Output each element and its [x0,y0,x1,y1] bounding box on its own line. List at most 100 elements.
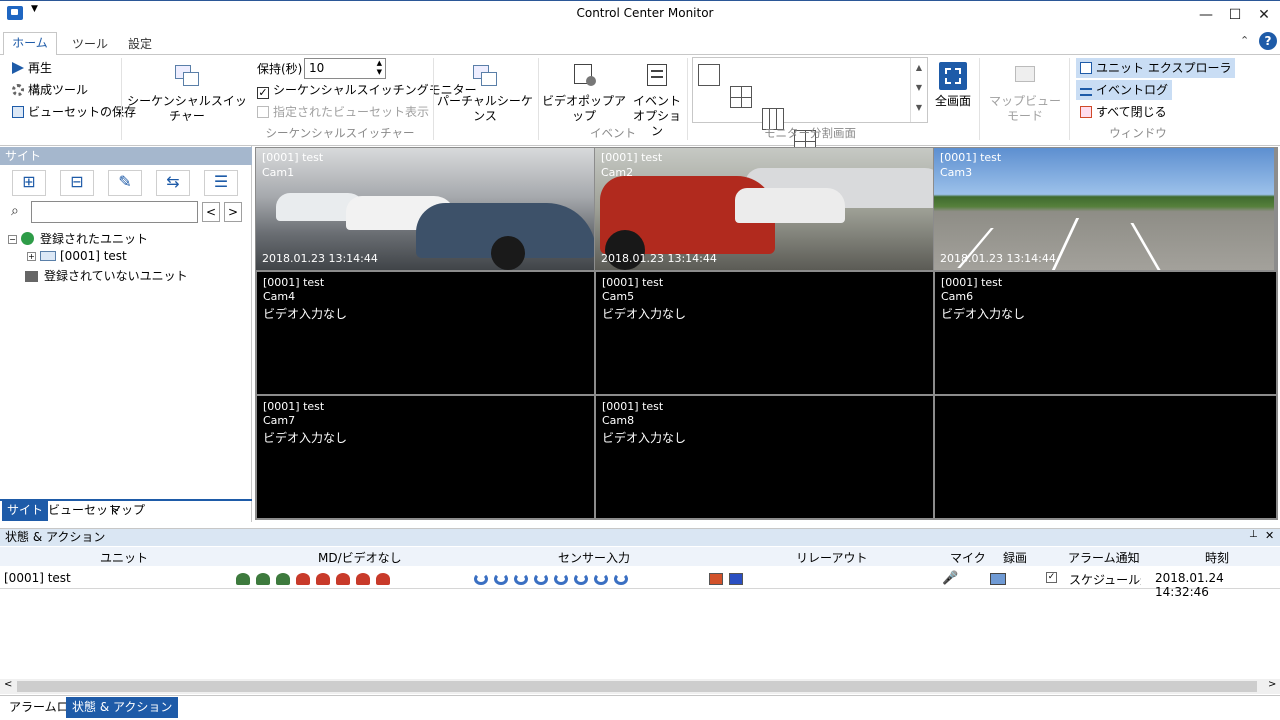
pin-icon[interactable]: ⊥ [1249,529,1258,540]
camera-name-label: Cam6 [941,290,974,303]
sensor-icon[interactable] [594,573,608,585]
close-button[interactable]: ✕ [1249,4,1279,26]
tree-registered[interactable]: − 登録されたユニット [8,230,148,247]
search-prev-button[interactable]: < [202,202,220,222]
close-all-icon [1080,106,1092,118]
stepper-arrows-icon[interactable]: ▲ ▼ [377,59,382,77]
unit-explorer-button[interactable]: ユニット エクスプローラ [1076,58,1236,78]
collapse-ribbon-icon[interactable]: ⌃ [1240,34,1249,47]
tab-map[interactable]: マップ [104,501,150,521]
split-1-icon[interactable] [698,64,720,86]
save-viewset-button[interactable]: ビューセットの保存 [12,102,136,122]
panel-close-icon[interactable]: ✕ [1265,529,1274,542]
camera-cell-3[interactable]: [0001] test Cam3 2018.01.23 13:14:44 [934,148,1274,270]
sensor-icon[interactable] [614,573,628,585]
fullscreen-button[interactable]: 全画面 [932,62,974,109]
minimize-button[interactable]: — [1191,4,1221,26]
camera-cell-7[interactable]: [0001] test Cam7 ビデオ入力なし [257,396,594,518]
camera-unit-label: [0001] test [941,276,1003,289]
video-popup-icon [570,62,598,90]
expand-icon[interactable]: + [27,252,36,261]
close-all-button[interactable]: すべて閉じる [1080,102,1167,122]
no-video-alert-icon[interactable] [316,573,330,585]
no-video-alert-icon[interactable] [296,573,310,585]
tab-home[interactable]: ホーム [3,32,57,55]
no-video-alert-icon[interactable] [376,573,390,585]
partial-sequence-button[interactable]: パーチャルシーケンス [437,62,533,124]
camera-timestamp: 2018.01.23 13:14:44 [262,252,378,265]
gallery-scroll-icon[interactable]: ▲ ▼ ▼ [910,58,927,122]
scroll-left-icon[interactable]: < [4,679,12,690]
status-panel-header: 状態 & アクション [0,529,1280,546]
mic-icon[interactable]: 🎤 [942,571,958,586]
tree-unregistered[interactable]: 登録されていないユニット [25,267,188,284]
alarm-schedule: スケジュール通 [1069,573,1141,587]
relay-off-icon[interactable] [729,573,743,585]
help-icon[interactable]: ? [1259,32,1277,50]
sensor-icon[interactable] [494,573,508,585]
md-ok-icon[interactable] [276,573,290,585]
collapse-icon[interactable]: − [8,235,17,244]
hold-seconds-stepper[interactable]: 10 ▲ ▼ [304,58,386,79]
viewset-disabled-icon [257,106,269,118]
site-panel-header: サイト [0,147,252,165]
camera-name-label: Cam1 [262,166,295,179]
sensor-icon[interactable] [534,573,548,585]
edit-site-icon[interactable]: ✎ [108,170,142,196]
video-popup-button[interactable]: ビデオポップアップ [542,62,626,124]
event-log-button[interactable]: イベントログ [1076,80,1173,100]
partial-sequence-icon [471,62,499,90]
scrollbar-thumb[interactable] [17,681,1257,692]
no-video-label: ビデオ入力なし [941,307,1026,321]
tab-status-action[interactable]: 状態 & アクション [66,697,179,718]
camera-cell-2[interactable]: [0001] test Cam2 2018.01.23 13:14:44 [595,148,933,270]
scroll-right-icon[interactable]: > [1268,679,1276,690]
group-label-window: ウィンドウ [1109,126,1167,140]
sensor-icon[interactable] [514,573,528,585]
no-video-label: ビデオ入力なし [263,307,348,321]
show-viewset-button[interactable]: 指定されたビューセット表示 [257,102,429,122]
refresh-link-icon[interactable]: ⇆ [156,170,190,196]
remove-site-button[interactable]: ⊟ [60,170,94,196]
add-site-button[interactable]: ⊞ [12,170,46,196]
camera-cell-6[interactable]: [0001] test Cam6 ビデオ入力なし [935,272,1276,394]
camera-cell-4[interactable]: [0001] test Cam4 ビデオ入力なし [257,272,594,394]
tab-settings[interactable]: 設定 [118,34,162,54]
sensor-icon[interactable] [554,573,568,585]
event-option-icon [643,62,671,90]
play-button[interactable]: 再生 [12,58,52,78]
sequential-switcher-button[interactable]: シーケンシャルスイッチャー [126,62,248,124]
map-view-mode-button[interactable]: マップビューモード [984,62,1066,124]
alarm-checkbox[interactable]: ✓ [1046,572,1057,583]
md-ok-icon[interactable] [256,573,270,585]
sensor-icon[interactable] [474,573,488,585]
record-icon[interactable] [990,573,1006,585]
config-tool-button[interactable]: 構成ツール [12,80,88,100]
camera-unit-label: [0001] test [263,400,325,413]
site-search-input[interactable] [31,201,198,223]
tab-site[interactable]: サイト [2,501,49,521]
import-list-icon[interactable]: ☰ [204,170,238,196]
unit-device-icon [40,251,56,261]
tree-unit-item[interactable]: + [0001] test [27,249,127,263]
camera-unit-label: [0001] test [263,276,325,289]
no-video-alert-icon[interactable] [356,573,370,585]
camera-cell-5[interactable]: [0001] test Cam5 ビデオ入力なし [596,272,933,394]
relay-on-icon[interactable] [709,573,723,585]
sensor-icon[interactable] [574,573,588,585]
no-video-label: ビデオ入力なし [602,307,687,321]
camera-cell-8[interactable]: [0001] test Cam8 ビデオ入力なし [596,396,933,518]
col-sensor: センサー入力 [558,551,631,565]
camera-timestamp: 2018.01.23 13:14:44 [940,252,1056,265]
split-4-icon[interactable] [730,86,752,108]
no-video-alert-icon[interactable] [336,573,350,585]
tab-tools[interactable]: ツール [62,34,118,54]
camera-unit-label: [0001] test [601,151,663,164]
search-next-button[interactable]: > [224,202,242,222]
md-ok-icon[interactable] [236,573,250,585]
maximize-button[interactable]: ☐ [1220,4,1250,26]
bottom-tabs [0,695,1280,720]
camera-cell-9[interactable] [935,396,1276,518]
camera-name-label: Cam5 [602,290,635,303]
camera-cell-1[interactable]: [0001] test Cam1 2018.01.23 13:14:44 [256,148,594,270]
